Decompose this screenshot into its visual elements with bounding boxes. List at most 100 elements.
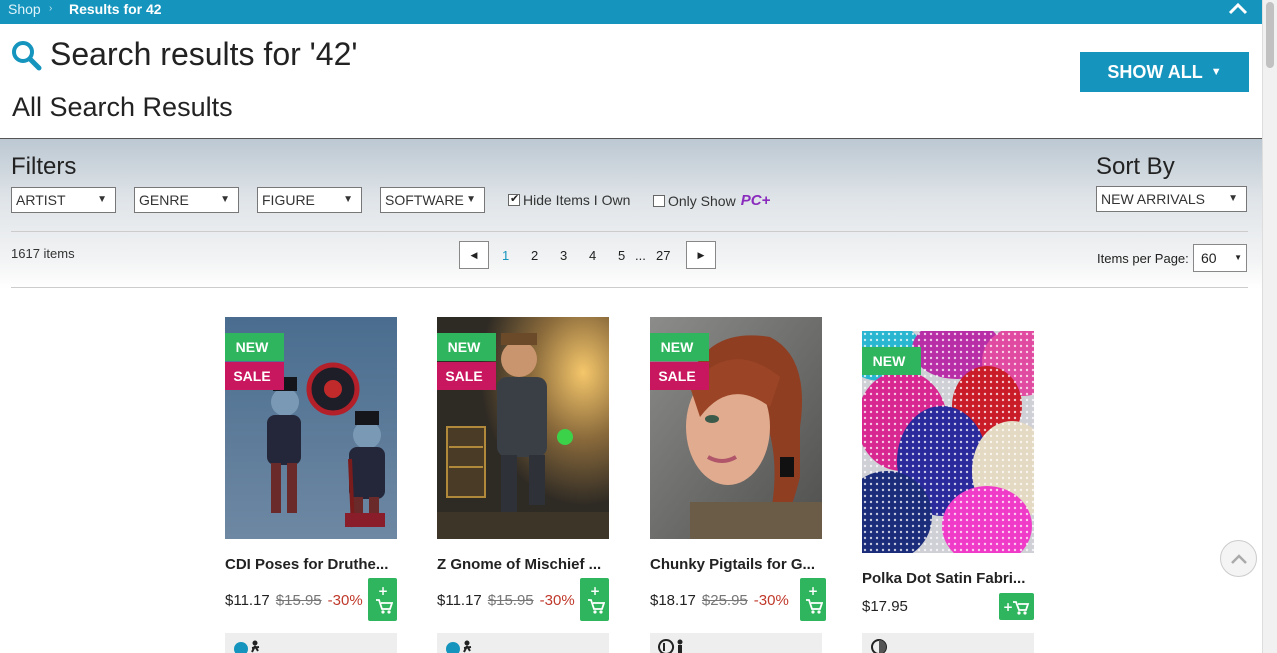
sale-badge: SALE <box>225 362 284 390</box>
breadcrumb-separator: › <box>49 3 53 14</box>
sort-by-heading: Sort By <box>1096 153 1175 180</box>
page-3-link[interactable]: 3 <box>560 248 567 263</box>
page-2-link[interactable]: 2 <box>531 248 538 263</box>
hide-owned-label: Hide Items I Own <box>523 192 631 208</box>
product-meta-strip <box>862 633 1034 653</box>
artist-filter-label: ARTIST <box>16 192 66 208</box>
items-count: 1617 items <box>11 246 75 261</box>
hide-owned-option[interactable]: Hide Items I Own <box>508 192 630 208</box>
price-row: $11.17 $15.95 -30% <box>437 592 575 609</box>
price-row: $18.17 $25.95 -30% <box>650 592 789 609</box>
page-4-link[interactable]: 4 <box>589 248 596 263</box>
discount-percent: -30% <box>753 592 789 609</box>
new-badge: NEW <box>437 333 496 361</box>
sale-badge: SALE <box>650 362 709 390</box>
svg-text:+: + <box>589 584 599 598</box>
software-filter-label: SOFTWARE <box>385 192 464 208</box>
show-all-button[interactable]: SHOW ALL ▼ <box>1080 52 1249 92</box>
results-divider <box>11 287 1248 288</box>
genre-filter-select[interactable]: GENRE ▼ <box>134 187 239 213</box>
add-to-cart-button[interactable]: + <box>368 578 397 621</box>
product-price: $11.17 <box>225 592 270 609</box>
figure-filter-label: FIGURE <box>262 192 315 208</box>
caret-left-icon: ◀ <box>470 249 478 260</box>
product-name[interactable]: Polka Dot Satin Fabri... <box>862 570 1034 587</box>
new-badge: NEW <box>650 333 709 361</box>
new-badge: NEW <box>862 347 921 375</box>
dropdown-arrow-icon: ▼ <box>1228 193 1238 204</box>
price-row: $17.95 <box>862 598 908 615</box>
prev-page-button[interactable]: ◀ <box>459 241 489 269</box>
hair-figure-icon <box>658 638 690 653</box>
original-price: $15.95 <box>487 592 534 609</box>
only-show-label: Only Show <box>668 192 736 209</box>
product-image[interactable]: NEW SALE <box>650 317 822 539</box>
top-nav-bar: Shop › Results for 42 <box>0 0 1262 24</box>
product-name[interactable]: Chunky Pigtails for G... <box>650 556 822 573</box>
collapse-chevron-up-icon[interactable] <box>1226 0 1250 18</box>
product-image[interactable]: NEW SALE <box>437 317 609 539</box>
product-image[interactable]: NEW SALE <box>225 317 397 539</box>
items-per-page-value: 60 <box>1201 250 1217 266</box>
add-to-cart-button[interactable]: + <box>800 578 826 621</box>
page-scrollbar[interactable] <box>1262 0 1277 653</box>
dropdown-arrow-icon: ▼ <box>1234 253 1242 262</box>
product-name[interactable]: Z Gnome of Mischief ... <box>437 556 609 573</box>
caret-down-icon: ▼ <box>1210 66 1222 78</box>
search-icon <box>10 39 42 71</box>
product-meta-strip <box>225 633 397 653</box>
hide-owned-checkbox[interactable] <box>508 192 520 206</box>
pc-plus-logo: PC+ <box>740 192 771 209</box>
dropdown-arrow-icon: ▼ <box>97 194 107 205</box>
product-meta-strip <box>650 633 822 653</box>
page-title: Search results for '42' <box>50 36 358 72</box>
breadcrumb-current: Results for 42 <box>69 1 162 17</box>
daz-figure-icon <box>233 638 265 653</box>
page-subtitle: All Search Results <box>12 92 233 122</box>
sort-by-select[interactable]: NEW ARRIVALS ▼ <box>1096 186 1247 212</box>
scrollbar-thumb[interactable] <box>1266 2 1274 68</box>
product-price: $17.95 <box>862 598 908 615</box>
discount-percent: -30% <box>539 592 575 609</box>
items-per-page-label: Items per Page: <box>1097 251 1189 266</box>
breadcrumb-shop-link[interactable]: Shop <box>8 0 41 18</box>
next-page-button[interactable]: ▶ <box>686 241 716 269</box>
material-icon <box>870 638 888 653</box>
svg-text:+: + <box>377 584 387 598</box>
filter-divider <box>11 231 1248 232</box>
dropdown-arrow-icon: ▼ <box>343 194 353 205</box>
dropdown-arrow-icon: ▼ <box>466 194 476 205</box>
filter-panel <box>0 138 1262 653</box>
original-price: $15.95 <box>275 592 322 609</box>
add-to-cart-button[interactable]: + <box>580 578 609 621</box>
software-filter-select[interactable]: SOFTWARE ▼ <box>380 187 485 213</box>
product-image[interactable]: NEW <box>862 331 1034 553</box>
show-all-label: SHOW ALL <box>1107 61 1203 82</box>
scroll-to-top-button[interactable] <box>1220 540 1257 577</box>
sort-by-value: NEW ARRIVALS <box>1101 191 1205 207</box>
dropdown-arrow-icon: ▼ <box>220 194 230 205</box>
product-meta-strip <box>437 633 609 653</box>
page-ellipsis: ... <box>635 248 646 263</box>
page-5-link[interactable]: 5 <box>618 248 625 263</box>
new-badge: NEW <box>225 333 284 361</box>
product-name[interactable]: CDI Poses for Druthe... <box>225 556 397 573</box>
only-show-pc-checkbox[interactable] <box>653 194 665 207</box>
product-price: $11.17 <box>437 592 482 609</box>
svg-text:+: + <box>1003 600 1013 614</box>
page-1-link[interactable]: 1 <box>502 248 509 263</box>
genre-filter-label: GENRE <box>139 192 189 208</box>
price-row: $11.17 $15.95 -30% <box>225 592 363 609</box>
sale-badge: SALE <box>437 362 496 390</box>
only-show-pc-option[interactable]: Only Show PC+ <box>653 192 770 209</box>
filters-heading: Filters <box>11 153 77 180</box>
items-per-page-select[interactable]: 60 ▼ <box>1193 244 1247 272</box>
artist-filter-select[interactable]: ARTIST ▼ <box>11 187 116 213</box>
figure-filter-select[interactable]: FIGURE ▼ <box>257 187 362 213</box>
discount-percent: -30% <box>327 592 363 609</box>
original-price: $25.95 <box>701 592 748 609</box>
page-27-link[interactable]: 27 <box>656 248 670 263</box>
add-to-cart-button[interactable]: + <box>999 593 1034 620</box>
svg-text:+: + <box>808 584 818 598</box>
caret-right-icon: ▶ <box>697 249 705 260</box>
